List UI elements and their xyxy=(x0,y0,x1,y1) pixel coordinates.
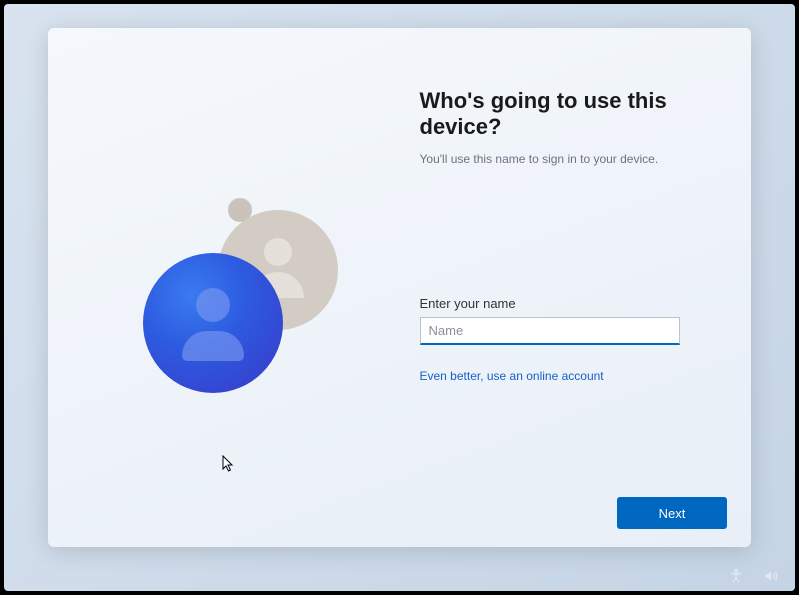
page-title: Who's going to use this device? xyxy=(420,88,712,140)
page-subtitle: You'll use this name to sign in to your … xyxy=(420,152,712,166)
next-button[interactable]: Next xyxy=(617,497,727,529)
system-tray xyxy=(727,567,781,585)
setup-content: Who's going to use this device? You'll u… xyxy=(48,28,751,547)
form-pane: Who's going to use this device? You'll u… xyxy=(400,28,752,547)
online-account-link[interactable]: Even better, use an online account xyxy=(420,369,604,383)
setup-panel: Who's going to use this device? You'll u… xyxy=(48,28,751,547)
name-field-label: Enter your name xyxy=(420,296,712,311)
online-account-row: Even better, use an online account xyxy=(420,367,712,385)
person-front-icon xyxy=(143,253,283,393)
user-illustration xyxy=(138,198,358,418)
volume-icon[interactable] xyxy=(763,567,781,585)
illustration-pane xyxy=(48,28,400,547)
panel-footer: Next xyxy=(617,497,727,529)
accessibility-icon[interactable] xyxy=(727,567,745,585)
name-input[interactable] xyxy=(420,317,680,345)
